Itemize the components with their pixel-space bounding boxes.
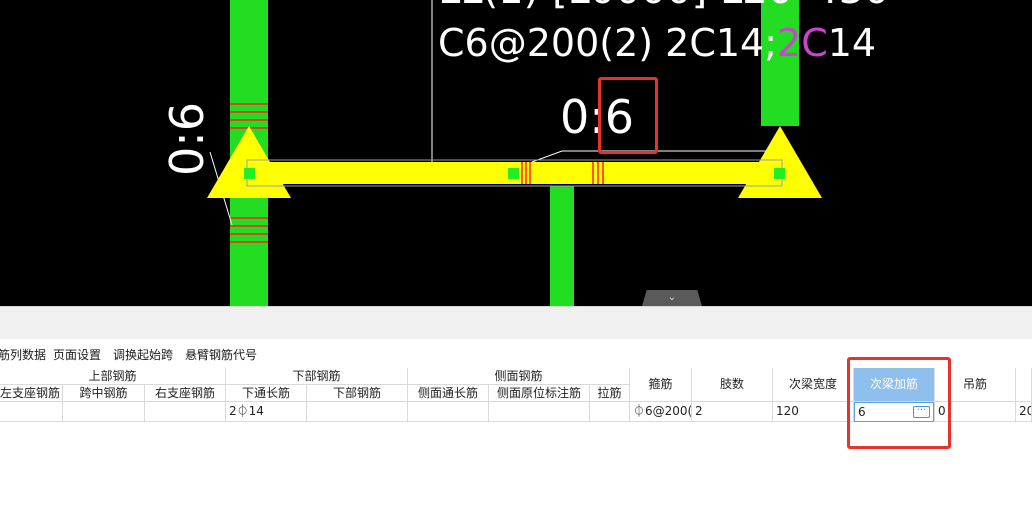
span-label-left-vertical: 0:6 bbox=[160, 101, 215, 177]
cell-stirrup[interactable]: ⏀6@200( bbox=[630, 402, 692, 422]
cell-next[interactable]: 20 bbox=[1016, 402, 1032, 422]
header-left-support[interactable]: 左支座钢筋 bbox=[0, 385, 63, 402]
menu-page-setup[interactable]: 页面设置 bbox=[53, 346, 101, 363]
rebar-spec-main: C6@200(2) 2C14; bbox=[438, 21, 778, 65]
grip-mid bbox=[508, 168, 519, 179]
header-group-side-rebar: 侧面钢筋 bbox=[408, 368, 630, 385]
cell-mid-span[interactable] bbox=[63, 402, 145, 422]
cell-tie-bar[interactable] bbox=[590, 402, 630, 422]
header-side-through[interactable]: 侧面通长筋 bbox=[408, 385, 489, 402]
menu-rebar-data[interactable]: 筋列数据 bbox=[0, 346, 46, 363]
header-side-marked[interactable]: 侧面原位标注筋 bbox=[489, 385, 590, 402]
header-mid-span[interactable]: 跨中钢筋 bbox=[63, 385, 145, 402]
cell-left-support[interactable] bbox=[0, 402, 63, 422]
beam-rebar-spec: C6@200(2) 2C14;2C14 bbox=[438, 22, 876, 64]
menu-cantilever-code[interactable]: 悬臂钢筋代号 bbox=[185, 346, 257, 363]
cell-side-through[interactable] bbox=[408, 402, 489, 422]
header-group-bottom-rebar: 下部钢筋 bbox=[226, 368, 408, 385]
middle-column bbox=[550, 186, 574, 306]
cell-bottom-rebar[interactable] bbox=[307, 402, 408, 422]
cell-bottom-through[interactable]: 2⏀14 bbox=[226, 402, 307, 422]
menu-swap-start-span[interactable]: 调换起始跨 bbox=[113, 346, 173, 363]
cell-legs[interactable]: 2 bbox=[692, 402, 773, 422]
header-stirrup[interactable]: 箍筋 bbox=[630, 368, 692, 402]
header-group-top-rebar: 上部钢筋 bbox=[0, 368, 226, 385]
header-bottom-rebar[interactable]: 下部钢筋 bbox=[307, 385, 408, 402]
cell-right-support[interactable] bbox=[145, 402, 226, 422]
rebar-spec-tail: 14 bbox=[827, 21, 877, 65]
panel-splitter[interactable] bbox=[0, 306, 1032, 339]
rebar-spec-highlight: 2C bbox=[777, 21, 828, 65]
header-next[interactable] bbox=[1016, 368, 1032, 402]
annotation-highlight-box-table bbox=[847, 357, 951, 449]
header-tie-bar[interactable]: 拉筋 bbox=[590, 385, 630, 402]
header-right-support[interactable]: 右支座钢筋 bbox=[145, 385, 226, 402]
cad-drawing-canvas[interactable]: LL(1) [L0000] L20*430 C6@200(2) 2C14;2C1… bbox=[0, 0, 1032, 306]
header-legs[interactable]: 肢数 bbox=[692, 368, 773, 402]
beam-spec-partial-line: LL(1) [L0000] L20*430 bbox=[438, 0, 889, 10]
cell-side-marked[interactable] bbox=[489, 402, 590, 422]
header-bottom-through[interactable]: 下通长筋 bbox=[226, 385, 307, 402]
chevron-down-icon: ⌄ bbox=[667, 292, 677, 303]
header-secondary-width[interactable]: 次梁宽度 bbox=[773, 368, 854, 402]
annotation-highlight-box-canvas bbox=[598, 77, 658, 154]
grip-right bbox=[774, 168, 785, 179]
cell-secondary-width[interactable]: 120 bbox=[773, 402, 854, 422]
collapse-panel-button[interactable]: ⌄ bbox=[642, 290, 702, 306]
grip-left bbox=[244, 168, 255, 179]
